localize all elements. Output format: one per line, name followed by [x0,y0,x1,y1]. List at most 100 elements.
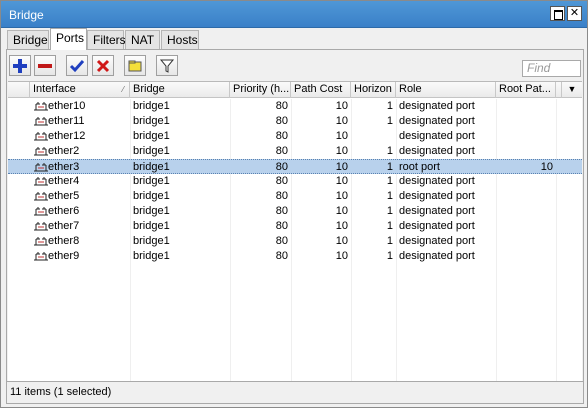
table-header: Interface ⁄ Bridge Priority (h... Path C… [8,82,582,98]
cell-priority: 80 [275,235,288,247]
cell-priority: 80 [275,130,288,142]
find-input[interactable]: Find [522,60,581,77]
cell-horizon: 1 [386,161,393,173]
column-header-bridge[interactable]: Bridge [130,82,230,98]
cell-path-cost: 10 [335,250,348,262]
table-row[interactable]: ether12 bridge1 80 10 designated port [8,129,582,144]
cell-bridge: bridge1 [133,205,170,217]
cell-root-path-cost [496,129,553,144]
column-header-interface[interactable]: Interface ⁄ [30,82,130,98]
cell-path-cost: 10 [335,205,348,217]
table-row[interactable]: ether9 bridge1 80 10 1 designated port [8,249,582,264]
cell-role: designated port [399,205,475,217]
cell-role: designated port [399,130,475,142]
remove-button[interactable] [34,55,56,76]
column-menu-button[interactable]: ▼ [562,82,582,98]
cell-root-path-cost [496,204,553,219]
table-row[interactable]: ether6 bridge1 80 10 1 designated port [8,204,582,219]
cell-horizon: 1 [386,190,393,202]
cell-priority: 80 [275,115,288,127]
tab-ports[interactable]: Ports [50,28,87,50]
cell-path-cost: 10 [335,115,348,127]
add-button[interactable] [9,55,31,76]
cell-root-path-cost [496,114,553,129]
bridge-window: Bridge ✕ Bridge Ports Filters NAT Hosts [0,0,588,408]
table-row[interactable]: ether11 bridge1 80 10 1 designated port [8,114,582,129]
cell-interface: ether9 [48,250,80,262]
table-row[interactable]: ether2 bridge1 80 10 1 designated port [8,144,582,159]
cell-interface: ether4 [48,175,80,187]
ports-table: Interface ⁄ Bridge Priority (h... Path C… [8,81,582,382]
ethernet-port-icon [34,117,48,126]
cell-path-cost: 10 [335,175,348,187]
ethernet-port-icon [34,163,48,172]
cell-bridge: bridge1 [133,130,170,142]
cell-interface: ether3 [48,161,80,173]
column-header-root-path-cost[interactable]: Root Pat... [496,82,556,98]
cell-path-cost: 10 [335,145,348,157]
cell-path-cost: 10 [335,220,348,232]
titlebar[interactable]: Bridge ✕ [1,1,587,28]
column-header-flags[interactable] [8,82,30,98]
column-header-priority[interactable]: Priority (h... [230,82,291,98]
cell-horizon: 1 [386,175,393,187]
column-header-horizon[interactable]: Horizon [351,82,396,98]
plus-icon [13,59,27,73]
ethernet-port-icon [34,192,48,201]
disable-button[interactable] [92,55,114,76]
restore-button[interactable] [550,6,565,21]
cell-path-cost: 10 [335,190,348,202]
cell-interface: ether2 [48,145,80,157]
cell-horizon: 1 [386,205,393,217]
cell-horizon: 1 [386,100,393,112]
cell-role: designated port [399,190,475,202]
cell-interface: ether12 [48,130,86,142]
cell-horizon: 1 [386,220,393,232]
sort-arrow-icon: ⁄ [122,85,124,94]
cell-path-cost: 10 [335,130,348,142]
cell-path-cost: 10 [335,100,348,112]
cell-bridge: bridge1 [133,190,170,202]
table-row[interactable]: ether3 bridge1 80 10 1 root port 10 [8,159,582,174]
cell-horizon: 1 [386,115,393,127]
cell-bridge: bridge1 [133,175,170,187]
cell-role: root port [399,161,440,173]
ethernet-port-icon [34,132,48,141]
filter-button[interactable] [156,55,178,76]
table-row[interactable]: ether7 bridge1 80 10 1 designated port [8,219,582,234]
tab-nat[interactable]: NAT [125,30,160,49]
table-row[interactable]: ether10 bridge1 80 10 1 designated port [8,99,582,114]
ethernet-port-icon [34,177,48,186]
window-title: Bridge [9,8,44,22]
tab-filters[interactable]: Filters [87,30,126,49]
enable-button[interactable] [66,55,88,76]
restore-icon [551,7,564,20]
tab-hosts[interactable]: Hosts [161,30,199,49]
cell-root-path-cost: 10 [540,161,553,173]
cell-bridge: bridge1 [133,161,170,173]
status-bar: 11 items (1 selected) [7,381,583,403]
cell-priority: 80 [275,100,288,112]
table-row[interactable]: ether8 bridge1 80 10 1 designated port [8,234,582,249]
tab-bridge[interactable]: Bridge [7,30,49,49]
cell-path-cost: 10 [335,235,348,247]
column-header-path-cost[interactable]: Path Cost [291,82,351,98]
cell-interface: ether11 [48,115,85,127]
cell-priority: 80 [275,220,288,232]
ethernet-port-icon [34,252,48,261]
funnel-icon [159,59,175,73]
table-row[interactable]: ether5 bridge1 80 10 1 designated port [8,189,582,204]
comment-button[interactable] [124,55,146,76]
cell-interface: ether6 [48,205,80,217]
cell-horizon: 1 [386,250,393,262]
column-header-role[interactable]: Role [396,82,496,98]
ports-panel: Find Interface ⁄ Bridge Priority (h... P… [6,49,584,404]
cell-root-path-cost [496,249,553,264]
ethernet-port-icon [34,102,48,111]
cell-role: designated port [399,100,475,112]
comment-note-icon [128,60,142,72]
close-button[interactable]: ✕ [567,6,582,21]
cell-horizon: 1 [386,235,393,247]
cell-priority: 80 [275,161,288,173]
table-row[interactable]: ether4 bridge1 80 10 1 designated port [8,174,582,189]
